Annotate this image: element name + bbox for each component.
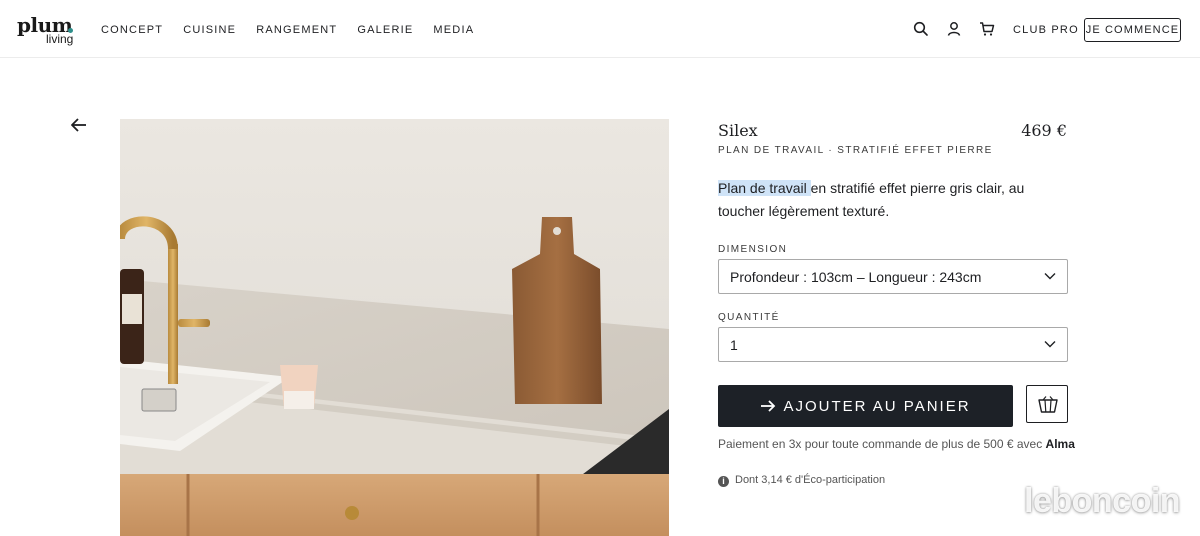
payment-info: Paiement en 3x pour toute commande de pl… (718, 437, 1075, 451)
club-pro-link[interactable]: CLUB PRO (1013, 23, 1079, 37)
site-header: plum living CONCEPT CUISINE RANGEMENT GA… (0, 0, 1200, 58)
nav-item-concept[interactable]: CONCEPT (101, 23, 163, 37)
basket-button[interactable] (1026, 385, 1068, 423)
quantity-value: 1 (730, 337, 738, 353)
logo-word-living: living (46, 32, 74, 46)
product-image (120, 119, 669, 536)
main-nav: CONCEPT CUISINE RANGEMENT GALERIE MEDIA (101, 23, 494, 37)
nav-item-cuisine[interactable]: CUISINE (183, 23, 236, 37)
cart-icon[interactable] (979, 21, 995, 37)
product-subtitle: PLAN DE TRAVAIL · STRATIFIÉ EFFET PIERRE (718, 145, 993, 156)
search-icon[interactable] (913, 21, 929, 37)
dimension-label: DIMENSION (718, 244, 788, 255)
dimension-select[interactable]: Profondeur : 103cm – Longueur : 243cm (718, 259, 1068, 294)
quantity-select[interactable]: 1 (718, 327, 1068, 362)
chevron-down-icon (1044, 341, 1056, 348)
user-icon[interactable] (946, 21, 962, 37)
nav-item-media[interactable]: MEDIA (433, 23, 474, 37)
payment-text: Paiement en 3x pour toute commande de pl… (718, 437, 1046, 451)
product-name: Silex (718, 121, 758, 140)
nav-item-galerie[interactable]: GALERIE (357, 23, 413, 37)
leboncoin-watermark: leboncoin (1024, 482, 1181, 520)
nav-item-rangement[interactable]: RANGEMENT (256, 23, 337, 37)
quantity-label: QUANTITÉ (718, 312, 780, 323)
plum-living-logo[interactable]: plum living (17, 14, 77, 48)
add-to-cart-label: AJOUTER AU PANIER (783, 397, 971, 415)
chevron-down-icon (1044, 273, 1056, 280)
payment-provider[interactable]: Alma (1046, 437, 1075, 451)
dimension-value: Profondeur : 103cm – Longueur : 243cm (730, 269, 982, 285)
product-price: 469 € (1021, 121, 1067, 140)
eco-participation: i Dont 3,14 € d'Éco-participation (718, 474, 885, 487)
basket-icon (1038, 396, 1058, 413)
arrow-right-icon (761, 400, 776, 412)
add-to-cart-button[interactable]: AJOUTER AU PANIER (718, 385, 1013, 427)
eco-text: Dont 3,14 € d'Éco-participation (735, 474, 886, 486)
je-commence-button[interactable]: JE COMMENCE (1084, 18, 1181, 42)
arrow-left-icon[interactable] (70, 117, 88, 133)
info-icon: i (718, 476, 729, 487)
product-description: Plan de travail en stratifié effet pierr… (718, 177, 1070, 223)
description-highlight: Plan de travail (718, 180, 811, 196)
